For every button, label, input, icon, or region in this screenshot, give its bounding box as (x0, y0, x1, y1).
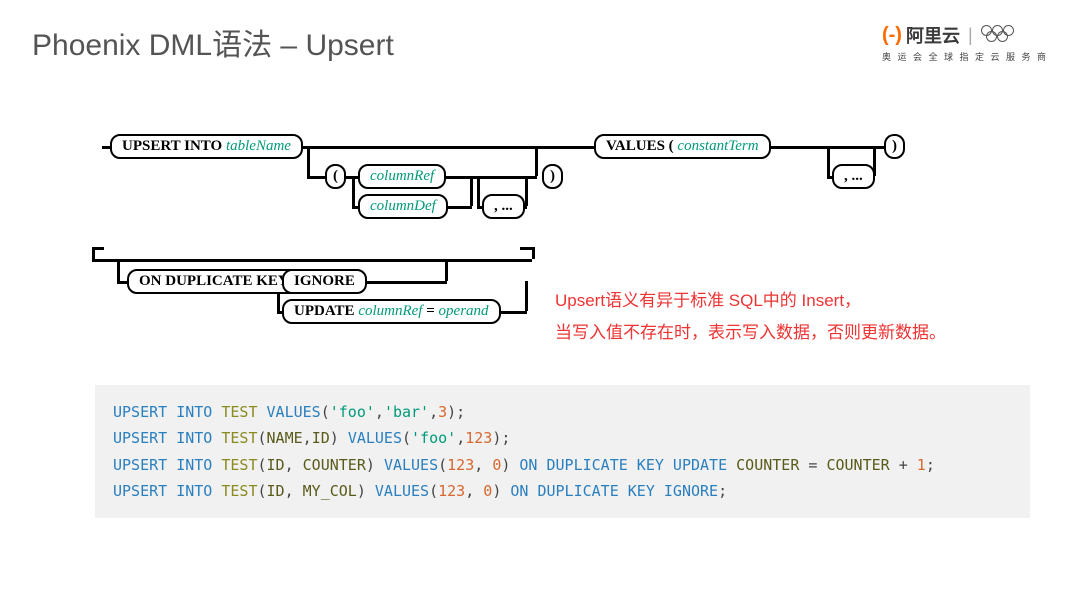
code-line-2: UPSERT INTO TEST(NAME,ID) VALUES('foo',1… (113, 425, 1012, 451)
node-ellipsis-2: , ... (832, 164, 875, 189)
node-upsert-into: UPSERT INTO tableName (110, 134, 303, 159)
node-column-ref: columnRef (358, 164, 446, 189)
node-ignore: IGNORE (282, 269, 367, 294)
node-on-duplicate-key: ON DUPLICATE KEY (127, 269, 301, 294)
brand-tagline: 奥 运 会 全 球 指 定 云 服 务 商 (882, 50, 1048, 63)
node-rparen-2: ) (884, 134, 905, 159)
node-lparen: ( (325, 164, 346, 189)
node-values: VALUES ( constantTerm (594, 134, 771, 159)
note-line-1: Upsert语义有异于标准 SQL中的 Insert， (555, 285, 946, 317)
explanation-note: Upsert语义有异于标准 SQL中的 Insert， 当写入值不存在时，表示写… (555, 285, 946, 350)
node-rparen: ) (542, 164, 563, 189)
brand-name: 阿里云 (906, 22, 960, 48)
code-example: UPSERT INTO TEST VALUES('foo','bar',3); … (95, 385, 1030, 518)
code-line-3: UPSERT INTO TEST(ID, COUNTER) VALUES(123… (113, 452, 1012, 478)
node-ellipsis: , ... (482, 194, 525, 219)
brand-logo: (-) 阿里云 | 奥 运 会 全 球 指 定 云 服 务 商 (882, 22, 1048, 63)
node-column-def: columnDef (358, 194, 448, 219)
node-update: UPDATE columnRef = operand (282, 299, 501, 324)
code-line-1: UPSERT INTO TEST VALUES('foo','bar',3); (113, 399, 1012, 425)
aliyun-icon: (-) (882, 24, 902, 47)
code-line-4: UPSERT INTO TEST(ID, MY_COL) VALUES(123,… (113, 478, 1012, 504)
note-line-2: 当写入值不存在时，表示写入数据，否则更新数据。 (555, 317, 946, 349)
olympic-rings-icon (981, 25, 1019, 45)
